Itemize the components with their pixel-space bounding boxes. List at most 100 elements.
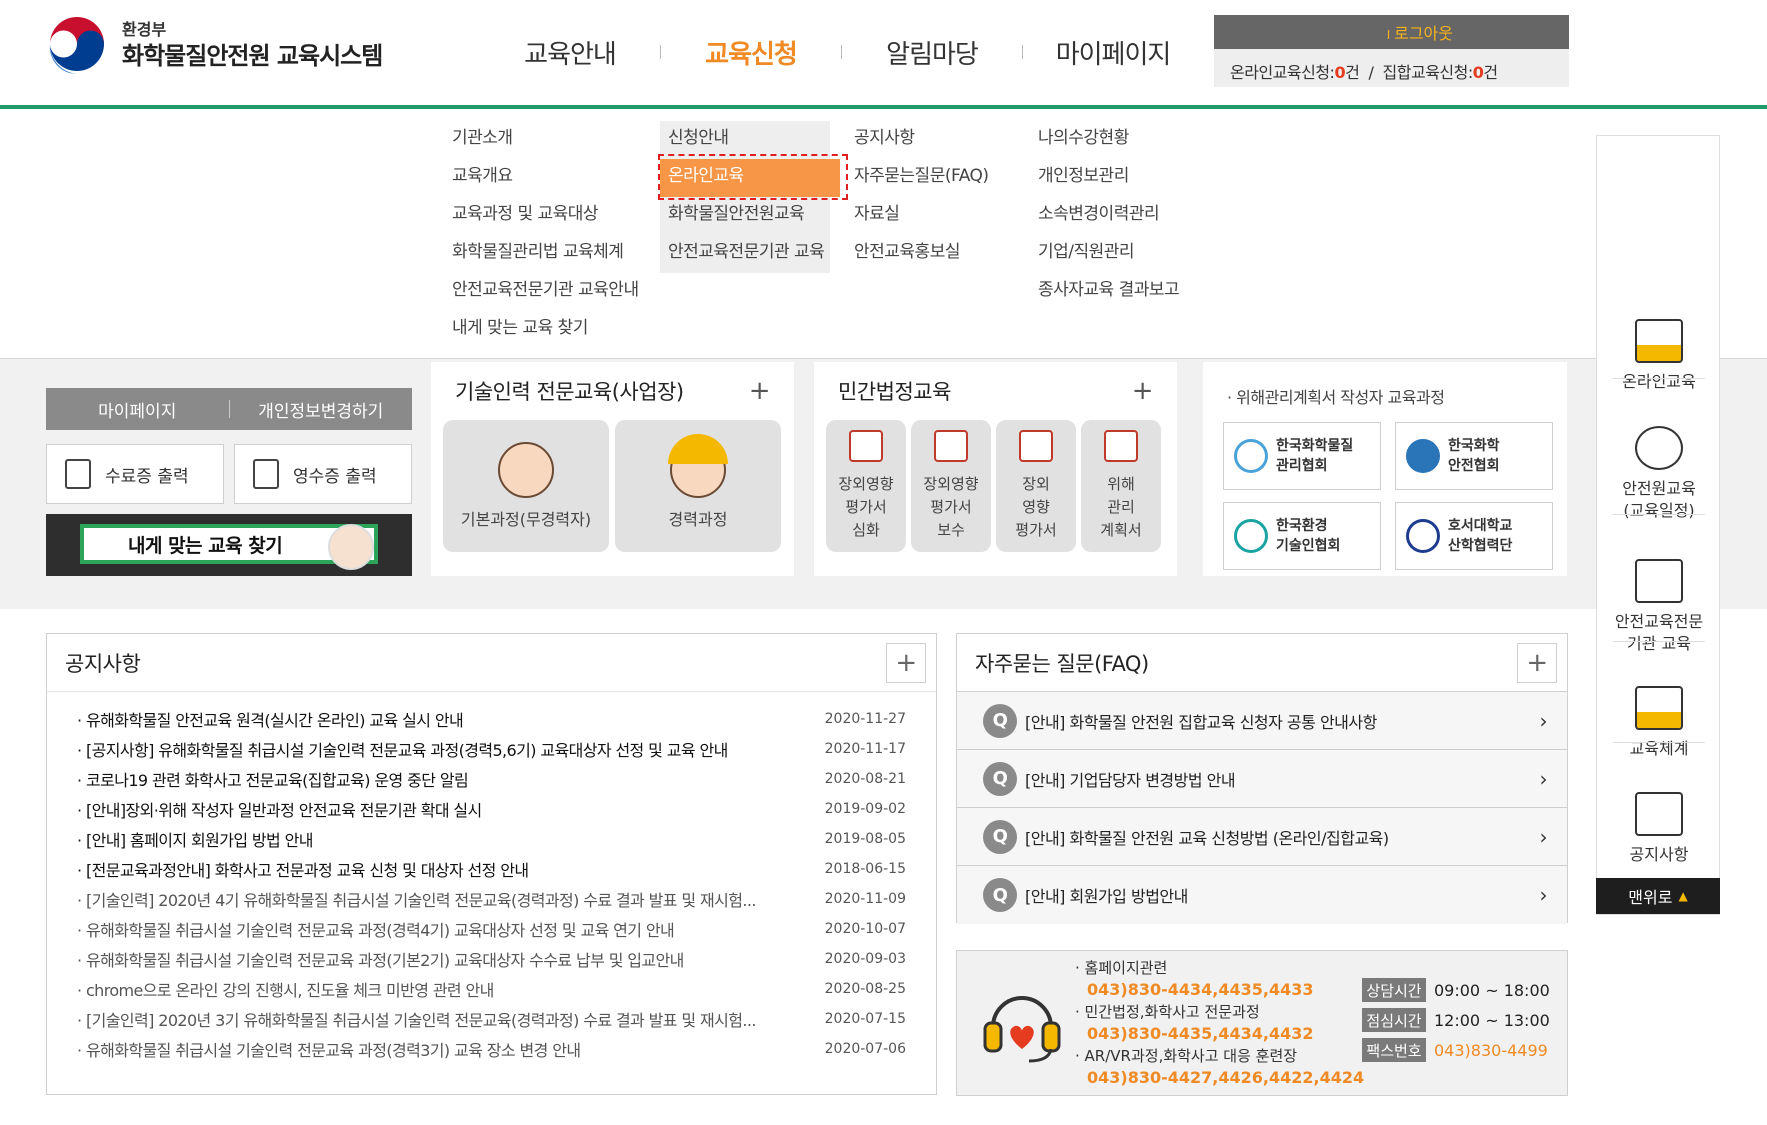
- faq-row[interactable]: Q [안내] 화학물질 안전원 집합교육 신청자 공통 안내사항 ›: [957, 692, 1567, 750]
- menu-course-target[interactable]: 교육과정 및 교육대상: [444, 197, 647, 235]
- institution-card[interactable]: 호서대학교 산학협력단: [1395, 502, 1553, 570]
- notice-row-date: 2020-08-25: [824, 981, 906, 997]
- notice-row[interactable]: [공지사항] 유해화학물질 취급시설 기술인력 전문교육 과정(경력5,6기) …: [77, 734, 906, 764]
- chevron-right-icon: ›: [1539, 766, 1548, 791]
- receipt-print-button[interactable]: 영수증 출력: [234, 444, 412, 504]
- menu-expert-institution-guide[interactable]: 안전교육전문기관 교육안내: [444, 273, 647, 311]
- notice-row[interactable]: [안내]장외·위해 작성자 일반과정 안전교육 전문기관 확대 실시 2019-0…: [77, 794, 906, 824]
- quick-divider: [1613, 378, 1705, 379]
- menu-org-intro[interactable]: 기관소개: [444, 121, 647, 159]
- quick-nics-schedule[interactable]: 안전원교육 (교육일정): [1597, 426, 1721, 522]
- civil-card-advanced[interactable]: 장외영향 평가서 심화: [826, 420, 906, 552]
- notice-row-title[interactable]: 유해화학물질 취급시설 기술인력 전문교육 과정(경력3기) 교육 장소 변경 …: [77, 1037, 580, 1061]
- menu-find-my-edu[interactable]: 내게 맞는 교육 찾기: [444, 311, 647, 349]
- menu-worker-report[interactable]: 종사자교육 결과보고: [1030, 273, 1187, 311]
- notice-row[interactable]: [기술인력] 2020년 3기 유해화학물질 취급시설 기술인력 전문교육(경력…: [77, 1004, 906, 1034]
- menu-edu-overview[interactable]: 교육개요: [444, 159, 647, 197]
- group-apply-count[interactable]: 0: [1473, 63, 1484, 82]
- scroll-top-button[interactable]: 맨위로 ▲: [1596, 878, 1720, 914]
- menu-expert-institution-edu[interactable]: 안전교육전문기관 교육: [660, 235, 830, 273]
- tech-card-career[interactable]: 경력과정: [615, 420, 781, 552]
- notice-row[interactable]: 유해화학물질 취급시설 기술인력 전문교육 과정(경력4기) 교육대상자 선정 …: [77, 914, 906, 944]
- faq-row-title[interactable]: [안내] 화학물질 안전원 집합교육 신청자 공통 안내사항: [1025, 709, 1540, 733]
- institution-card[interactable]: 한국화학 안전협회: [1395, 422, 1553, 490]
- notice-more-button[interactable]: +: [886, 642, 926, 683]
- notice-row-title[interactable]: 유해화학물질 안전교육 원격(실시간 온라인) 교육 실시 안내: [77, 707, 463, 731]
- faq-row[interactable]: Q [안내] 화학물질 안전원 교육 신청방법 (온라인/집합교육) ›: [957, 808, 1567, 866]
- faq-row[interactable]: Q [안내] 기업담당자 변경방법 안내 ›: [957, 750, 1567, 808]
- notice-row[interactable]: 코로나19 관련 화학사고 전문교육(집합교육) 운영 중단 알림 2020-08…: [77, 764, 906, 794]
- notice-row-title[interactable]: [기술인력] 2020년 3기 유해화학물질 취급시설 기술인력 전문교육(경력…: [77, 1007, 756, 1031]
- menu-law-system[interactable]: 화학물질관리법 교육체계: [444, 235, 647, 273]
- hours-tag: 점심시간: [1362, 1008, 1426, 1032]
- beginner-character-icon: [498, 442, 554, 498]
- institution-card[interactable]: 한국환경 기술인협회: [1223, 502, 1381, 570]
- contact-label: AR/VR과정,화학사고 대응 훈련장: [1075, 1045, 1364, 1067]
- faq-row-title[interactable]: [안내] 화학물질 안전원 교육 신청방법 (온라인/집합교육): [1025, 825, 1540, 849]
- notice-row[interactable]: 유해화학물질 취급시설 기술인력 전문교육 과정(기본2기) 교육대상자 수수료…: [77, 944, 906, 974]
- logout-button[interactable]: 로그아웃: [1387, 20, 1453, 44]
- mypage-box: 마이페이지 개인정보변경하기 수료증 출력 영수증 출력 내게 맞는 교육 찾기: [46, 388, 412, 576]
- menu-nics-edu[interactable]: 화학물질안전원교육: [660, 197, 830, 235]
- notice-row-title[interactable]: [안내]장외·위해 작성자 일반과정 안전교육 전문기관 확대 실시: [77, 797, 482, 821]
- notice-row[interactable]: [안내] 홈페이지 회원가입 방법 안내 2019-08-05: [77, 824, 906, 854]
- mega-menu-dropdown: 기관소개 교육개요 교육과정 및 교육대상 화학물질관리법 교육체계 안전교육전…: [0, 109, 1767, 359]
- institution-card[interactable]: 한국화학물질 관리협회: [1223, 422, 1381, 490]
- faq-row-title[interactable]: [안내] 회원가입 방법안내: [1025, 883, 1540, 907]
- gnb-mypage[interactable]: 마이페이지: [1023, 34, 1203, 71]
- notice-row-title[interactable]: [안내] 홈페이지 회원가입 방법 안내: [77, 827, 313, 851]
- notice-row[interactable]: [전문교육과정안내] 화학사고 전문과정 교육 신청 및 대상자 선정 안내 20…: [77, 854, 906, 884]
- notice-row[interactable]: 유해화학물질 안전교육 원격(실시간 온라인) 교육 실시 안내 2020-11-…: [77, 704, 906, 734]
- tech-panel-more-button[interactable]: +: [749, 376, 771, 406]
- gnb-notice[interactable]: 알림마당: [842, 34, 1022, 71]
- civil-panel-more-button[interactable]: +: [1132, 376, 1154, 406]
- faq-row[interactable]: Q [안내] 회원가입 방법안내 ›: [957, 866, 1567, 924]
- apply-counts: 온라인교육신청:0건 / 집합교육신청:0건: [1230, 63, 1498, 82]
- notice-row[interactable]: chrome으로 온라인 강의 진행시, 진도율 체크 미반영 관련 안내 202…: [77, 974, 906, 1004]
- menu-archive[interactable]: 자료실: [846, 197, 997, 235]
- civil-card-assessment[interactable]: 장외 영향 평가서: [996, 420, 1076, 552]
- civil-card-risk-plan[interactable]: 위해 관리 계획서: [1081, 420, 1161, 552]
- civil-card-refresh[interactable]: 장외영향 평가서 보수: [911, 420, 991, 552]
- menu-notice[interactable]: 공지사항: [846, 121, 997, 159]
- menu-affiliation-history[interactable]: 소속변경이력관리: [1030, 197, 1187, 235]
- menu-company-staff[interactable]: 기업/직원관리: [1030, 235, 1187, 273]
- faq-header: 자주묻는 질문(FAQ) +: [957, 634, 1567, 692]
- notice-row-title[interactable]: chrome으로 온라인 강의 진행시, 진도율 체크 미반영 관련 안내: [77, 977, 494, 1001]
- faq-more-button[interactable]: +: [1517, 642, 1557, 683]
- faq-row-title[interactable]: [안내] 기업담당자 변경방법 안내: [1025, 767, 1540, 791]
- certificate-print-button[interactable]: 수료증 출력: [46, 444, 224, 504]
- quick-online-edu[interactable]: 온라인교육: [1597, 319, 1721, 393]
- menu-profile[interactable]: 개인정보관리: [1030, 159, 1187, 197]
- notice-row[interactable]: [기술인력] 2020년 4기 유해화학물질 취급시설 기술인력 전문교육(경력…: [77, 884, 906, 914]
- online-apply-count[interactable]: 0: [1334, 63, 1345, 82]
- tech-training-panel: 기술인력 전문교육(사업장) + 기본과정(무경력자) 경력과정: [431, 362, 794, 576]
- tech-card-basic[interactable]: 기본과정(무경력자): [443, 420, 609, 552]
- notice-row[interactable]: 유해화학물질 취급시설 기술인력 전문교육 과정(경력3기) 교육 장소 변경 …: [77, 1034, 906, 1064]
- monitor-chart-icon: [849, 430, 883, 462]
- notice-row-title[interactable]: 유해화학물질 취급시설 기술인력 전문교육 과정(경력4기) 교육대상자 선정 …: [77, 917, 674, 941]
- menu-my-courses[interactable]: 나의수강현황: [1030, 121, 1187, 159]
- menu-faq[interactable]: 자주묻는질문(FAQ): [846, 159, 997, 197]
- civil-legal-panel: 민간법정교육 + 장외영향 평가서 심화 장외영향 평가서 보수 장외 영향 평…: [814, 362, 1177, 576]
- notice-row-title[interactable]: [기술인력] 2020년 4기 유해화학물질 취급시설 기술인력 전문교육(경력…: [77, 887, 756, 911]
- character-face-icon: [328, 524, 374, 570]
- gnb-edu-apply[interactable]: 교육신청: [661, 34, 841, 71]
- government-logo-icon[interactable]: [44, 14, 110, 80]
- mypage-link[interactable]: 마이페이지: [46, 397, 229, 422]
- notice-row-title[interactable]: [전문교육과정안내] 화학사고 전문과정 교육 신청 및 대상자 선정 안내: [77, 857, 529, 881]
- menu-promo[interactable]: 안전교육홍보실: [846, 235, 997, 273]
- document-chart-icon: [1019, 430, 1053, 462]
- find-my-edu-banner[interactable]: 내게 맞는 교육 찾기: [46, 514, 412, 576]
- gnb-edu-guide[interactable]: 교육안내: [480, 34, 660, 71]
- notice-row-title[interactable]: 코로나19 관련 화학사고 전문교육(집합교육) 운영 중단 알림: [77, 767, 468, 791]
- quick-notice[interactable]: 공지사항: [1597, 792, 1721, 866]
- quick-edu-system[interactable]: 교육체계: [1597, 686, 1721, 760]
- institution-logo-icon: [1406, 439, 1440, 473]
- edit-profile-link[interactable]: 개인정보변경하기: [230, 397, 413, 422]
- notice-row-date: 2019-08-05: [824, 831, 906, 847]
- site-title[interactable]: 환경부 화학물질안전원 교육시스템: [122, 20, 383, 72]
- notice-row-title[interactable]: 유해화학물질 취급시설 기술인력 전문교육 과정(기본2기) 교육대상자 수수료…: [77, 947, 684, 971]
- notice-row-title[interactable]: [공지사항] 유해화학물질 취급시설 기술인력 전문교육 과정(경력5,6기) …: [77, 737, 728, 761]
- tech-cards: 기본과정(무경력자) 경력과정: [431, 420, 794, 552]
